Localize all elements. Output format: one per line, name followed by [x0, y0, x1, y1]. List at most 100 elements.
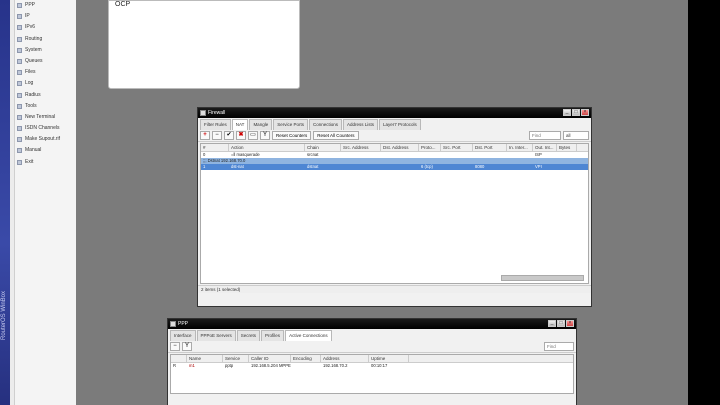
table-row[interactable]: R m1 pptp 192.168.5.204 MPPE 192.168.70.…	[171, 363, 573, 369]
enable-icon[interactable]: ✔	[224, 131, 234, 140]
chain-select[interactable]: all	[563, 131, 589, 140]
log-icon	[17, 81, 22, 87]
remove-icon[interactable]: −	[170, 342, 180, 351]
column-header[interactable]: Bytes	[557, 144, 577, 151]
horizontal-scrollbar[interactable]	[501, 275, 584, 281]
terminal-icon	[17, 114, 22, 120]
table-cell	[473, 152, 507, 158]
column-header[interactable]: Service	[223, 355, 249, 362]
table-cell: R	[173, 363, 177, 368]
column-header[interactable]: Src. Address	[341, 144, 381, 151]
column-header[interactable]: Src. Port	[441, 144, 473, 151]
find-input[interactable]: Find	[544, 342, 574, 351]
filter-icon[interactable]: Y	[260, 131, 270, 140]
column-header[interactable]: #	[201, 144, 229, 151]
close-button[interactable]: ×	[566, 320, 574, 327]
maximize-button[interactable]: □	[557, 320, 565, 327]
column-header[interactable]: Dst. Address	[381, 144, 419, 151]
column-header[interactable]	[171, 355, 187, 362]
column-header[interactable]: Encoding	[291, 355, 321, 362]
maximize-button[interactable]: □	[572, 109, 580, 116]
routing-icon	[17, 36, 22, 42]
tab-active-connections[interactable]: Active Connections	[285, 330, 332, 341]
system-icon	[17, 47, 22, 53]
tab-filter-rules[interactable]: Filter Rules	[200, 119, 231, 130]
tab-layer7-protocols[interactable]: Layer7 Protocols	[379, 119, 421, 130]
ppp-titlebar[interactable]: PPP _ □ ×	[168, 319, 576, 329]
tab-address-lists[interactable]: Address Lists	[343, 119, 379, 130]
ppp-window-icon	[170, 321, 176, 327]
tab-mangle[interactable]: Mangle	[249, 119, 273, 130]
menu-item-label: ISDN Channels	[25, 125, 60, 132]
table-cell: 192.168.70.2	[323, 363, 348, 368]
column-header[interactable]: Dst. Port	[473, 144, 507, 151]
menu-item-ipv6[interactable]: IPv6	[15, 22, 76, 33]
menu-item-routing[interactable]: Routing	[15, 34, 76, 45]
menu-item-system[interactable]: System	[15, 45, 76, 56]
firewall-toolbar: + − ✔ ✖ ▭ Y Reset Counters Reset All Cou…	[198, 130, 591, 142]
window-controls: _ □ ×	[548, 320, 574, 327]
menu-item-tools[interactable]: Tools	[15, 101, 76, 112]
table-cell: ISP	[535, 152, 542, 157]
menu-item-manual[interactable]: Manual	[15, 145, 76, 156]
reset-all-counters-button[interactable]: Reset All Counters	[313, 131, 359, 140]
tab-service-ports[interactable]: Service Ports	[273, 119, 308, 130]
window-controls: _ □ ×	[563, 109, 589, 116]
column-header[interactable]: Address	[321, 355, 369, 362]
column-header[interactable]: Action	[229, 144, 305, 151]
remove-icon[interactable]: −	[212, 131, 222, 140]
firewall-tabs: Filter Rules NAT Mangle Service Ports Co…	[198, 118, 591, 130]
status-bar: 2 items (1 selected)	[198, 285, 591, 293]
menu-item-log[interactable]: Log	[15, 78, 76, 89]
tab-interface[interactable]: Interface	[170, 330, 196, 341]
table-cell	[507, 164, 533, 170]
tab-secrets[interactable]: Secrets	[236, 330, 261, 341]
menu-item-files[interactable]: Files	[15, 67, 76, 78]
table-cell	[507, 152, 533, 158]
menu-item-queues[interactable]: Queues	[15, 56, 76, 67]
column-header[interactable]: Proto...	[419, 144, 441, 151]
add-icon[interactable]: +	[200, 131, 210, 140]
column-header[interactable]: Chain	[305, 144, 341, 151]
menu-item-make-supout[interactable]: Make Supout.rif	[15, 134, 76, 145]
menu-item-exit[interactable]: Exit	[15, 157, 76, 168]
exit-icon	[17, 159, 22, 165]
table-cell	[291, 363, 321, 369]
reset-counters-button[interactable]: Reset Counters	[272, 131, 312, 140]
menu-item-isdn-channels[interactable]: ISDN Channels	[15, 123, 76, 134]
table-cell: 192.168.5.204 MPPE	[251, 363, 291, 368]
menu-item-label: IP	[25, 13, 30, 20]
window-title: PPP	[178, 321, 189, 327]
menu-item-new-terminal[interactable]: New Terminal	[15, 112, 76, 123]
firewall-titlebar[interactable]: Firewall _ □ ×	[198, 108, 591, 118]
column-header[interactable]: Uptime	[369, 355, 409, 362]
menu-item-label: IPv6	[25, 24, 36, 31]
active-connections-table: Name Service Caller ID Encoding Address …	[170, 354, 574, 394]
isdn-icon	[17, 126, 22, 132]
menu-item-ppp[interactable]: PPP	[15, 0, 76, 11]
firewall-window: Firewall _ □ × Filter Rules NAT Mangle S…	[197, 107, 592, 307]
column-header[interactable]: Name	[187, 355, 223, 362]
find-input[interactable]: Find	[529, 131, 561, 140]
menu-item-ip[interactable]: IP	[15, 11, 76, 22]
disable-icon[interactable]: ✖	[236, 131, 246, 140]
table-cell	[557, 164, 577, 170]
tab-connections[interactable]: Connections	[308, 119, 342, 130]
tab-pppoe-servers[interactable]: PPPoE Servers	[196, 330, 236, 341]
popup-item[interactable]: OCP	[115, 1, 130, 8]
filter-icon[interactable]: Y	[182, 342, 192, 351]
tab-nat[interactable]: NAT	[231, 119, 249, 130]
column-header[interactable]: Caller ID	[249, 355, 291, 362]
menu-item-label: System	[25, 46, 42, 53]
table-row[interactable]: 1 dst-nat dstnat 6 (tcp) 8080 VPI	[201, 164, 588, 170]
table-cell: pptp	[225, 363, 234, 368]
minimize-button[interactable]: _	[548, 320, 556, 327]
column-header[interactable]: Out. Int...	[533, 144, 557, 151]
comment-icon[interactable]: ▭	[248, 131, 258, 140]
tab-profiles[interactable]: Profiles	[261, 330, 285, 341]
column-header[interactable]: In. Inter...	[507, 144, 533, 151]
close-button[interactable]: ×	[581, 109, 589, 116]
minimize-button[interactable]: _	[563, 109, 571, 116]
menu-item-radius[interactable]: Radius	[15, 90, 76, 101]
table-cell	[341, 164, 381, 170]
